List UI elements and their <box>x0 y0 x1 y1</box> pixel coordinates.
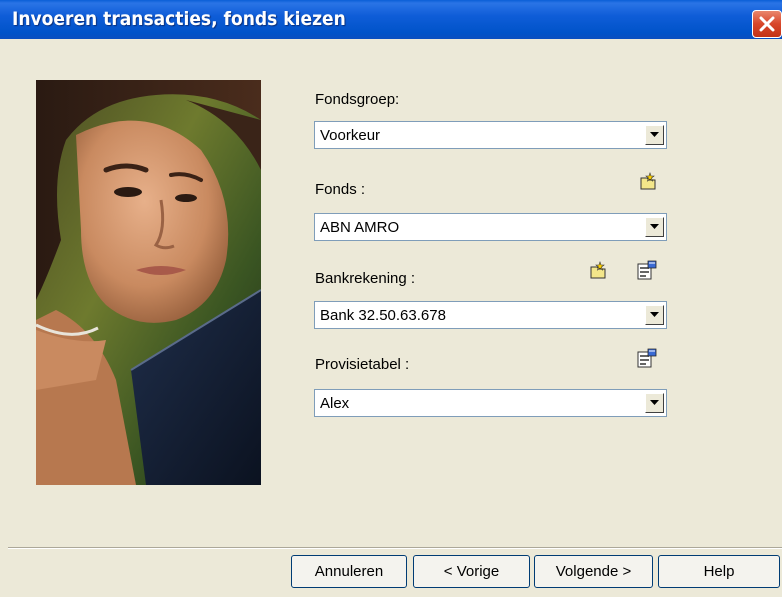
bankrekening-select[interactable]: Bank 32.50.63.678 <box>314 301 667 329</box>
fonds-dropdown-button[interactable] <box>645 217 664 237</box>
fondsgroep-dropdown-button[interactable] <box>645 125 664 145</box>
fonds-select[interactable]: ABN AMRO <box>314 213 667 241</box>
bankrekening-label: Bankrekening : <box>315 270 416 287</box>
provisietabel-properties-icon[interactable] <box>636 347 657 368</box>
button-separator <box>8 547 782 549</box>
provisietabel-label: Provisietabel : <box>315 356 410 373</box>
provisietabel-value: Alex <box>320 395 350 412</box>
bankrekening-properties-icon[interactable] <box>636 259 657 280</box>
fondsgroep-value: Voorkeur <box>320 127 381 144</box>
chevron-down-icon <box>650 312 659 317</box>
provisietabel-select[interactable]: Alex <box>314 389 667 417</box>
chevron-down-icon <box>650 224 659 229</box>
back-button[interactable]: < Vorige <box>413 555 530 588</box>
fondsgroep-select[interactable]: Voorkeur <box>314 121 667 149</box>
window-title: Invoeren transacties, fonds kiezen <box>12 8 346 30</box>
next-button[interactable]: Volgende > <box>534 555 653 588</box>
fonds-value: ABN AMRO <box>320 219 400 236</box>
fondsgroep-label: Fondsgroep: <box>315 91 400 108</box>
new-fonds-icon[interactable] <box>638 172 658 192</box>
fonds-label: Fonds : <box>315 181 366 198</box>
help-button[interactable]: Help <box>658 555 780 588</box>
provisietabel-dropdown-button[interactable] <box>645 393 664 413</box>
wizard-photo <box>36 80 261 485</box>
dialog-window: Invoeren transacties, fonds kiezen Fonds… <box>0 0 782 597</box>
cancel-button[interactable]: Annuleren <box>291 555 407 588</box>
close-button[interactable] <box>752 10 782 38</box>
title-bar: Invoeren transacties, fonds kiezen <box>0 0 782 39</box>
bankrekening-value: Bank 32.50.63.678 <box>320 307 446 324</box>
new-bankrekening-icon[interactable] <box>588 261 608 281</box>
chevron-down-icon <box>650 400 659 405</box>
bankrekening-dropdown-button[interactable] <box>645 305 664 325</box>
close-icon <box>759 16 775 32</box>
chevron-down-icon <box>650 132 659 137</box>
